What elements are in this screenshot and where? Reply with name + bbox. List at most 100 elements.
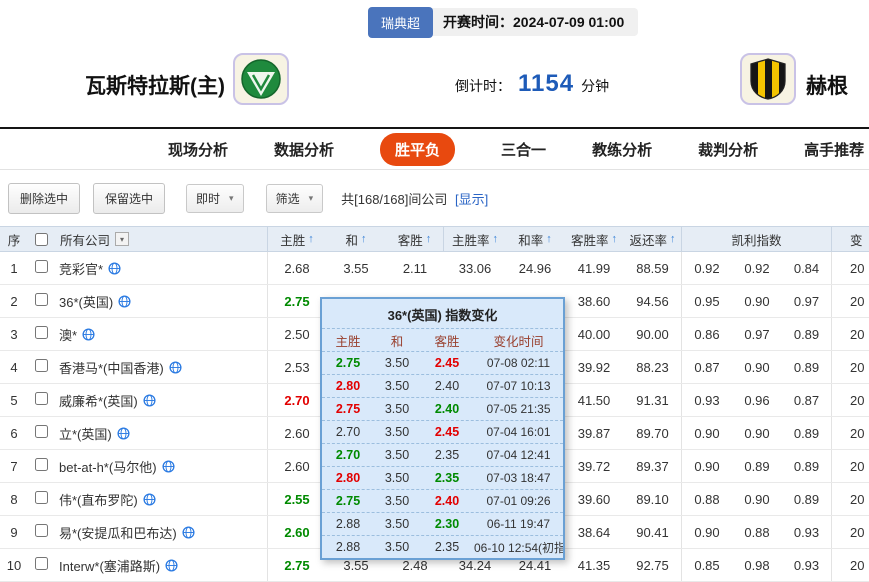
kelly-draw: 0.98 [732,558,782,573]
popup-away-odds: 2.45 [420,356,474,370]
company-name[interactable]: 澳* [59,325,77,344]
draw-odds[interactable]: 3.55 [326,261,386,276]
header-draw-odds[interactable]: 和↑ [326,227,386,251]
kelly-home: 0.86 [682,327,732,342]
return-rate: 90.00 [624,318,682,350]
company-name[interactable]: 威廉希*(英国) [59,391,138,410]
company-name[interactable]: 36*(英国) [59,292,113,311]
header-away-odds[interactable]: 客胜↑ [386,227,444,251]
company-name[interactable]: Interw*(塞浦路斯) [59,556,160,575]
away-odds[interactable]: 2.11 [386,261,444,276]
home-odds[interactable]: 2.70 [268,393,326,408]
row-number: 5 [0,393,28,408]
away-rate: 38.64 [564,525,624,540]
delete-selected-button[interactable]: 删除选中 [8,183,80,214]
header-home-rate[interactable]: 主胜率↑ [444,227,506,251]
return-rate: 91.31 [624,384,682,416]
header-change: 变 [832,227,869,251]
company-name[interactable]: 香港马*(中国香港) [59,358,164,377]
kelly-home: 0.90 [682,459,732,474]
odds-table-header: 序 所有公司 ▾ 主胜↑ 和↑ 客胜↑ 主胜率↑ 和率↑ 客胜率↑ 返还率↑ 凯… [0,226,869,252]
row-checkbox[interactable] [35,260,48,273]
row-checkbox[interactable] [35,293,48,306]
company-filter-dropdown-icon[interactable]: ▾ [115,232,129,246]
popup-change-time: 07-08 02:11 [474,356,563,370]
kickoff-value: 2024-07-09 01:00 [513,14,624,30]
popup-home-odds: 2.75 [322,494,374,508]
row-checkbox[interactable] [35,359,48,372]
tab-three-in-one[interactable]: 三合一 [501,139,546,160]
away-team-name: 赫根 [806,70,848,100]
company-cell: 立*(英国) [54,417,268,449]
change-time: 20 [832,294,869,309]
row-checkbox[interactable] [35,392,48,405]
header-away-rate-label: 客胜率 [571,230,609,249]
popup-header-draw: 和 [374,331,420,350]
home-odds[interactable]: 2.55 [268,492,326,507]
keep-selected-button[interactable]: 保留选中 [93,183,165,214]
row-checkbox[interactable] [35,458,48,471]
globe-icon [165,559,178,572]
change-time: 20 [832,327,869,342]
home-odds[interactable]: 2.60 [268,459,326,474]
row-checkbox-cell [28,260,54,276]
globe-icon [182,526,195,539]
company-name[interactable]: 立*(英国) [59,424,112,443]
change-time: 20 [832,261,869,276]
home-odds[interactable]: 2.60 [268,426,326,441]
tab-data-analysis[interactable]: 数据分析 [274,139,334,160]
header-draw-rate[interactable]: 和率↑ [506,227,564,251]
countdown: 倒计时： 1154 分钟 [455,70,609,98]
popup-away-odds: 2.30 [420,517,474,531]
return-rate: 88.23 [624,351,682,383]
home-odds[interactable]: 2.60 [268,525,326,540]
home-odds[interactable]: 2.75 [268,558,326,573]
tab-live-analysis[interactable]: 现场分析 [168,139,228,160]
league-badge[interactable]: 瑞典超 [368,7,433,38]
header-home-odds[interactable]: 主胜↑ [268,227,326,251]
tab-win-draw-loss[interactable]: 胜平负 [380,133,455,166]
company-name[interactable]: 伟*(直布罗陀) [59,490,138,509]
company-name[interactable]: 竞彩官* [59,259,103,278]
tab-referee-analysis[interactable]: 裁判分析 [698,139,758,160]
filter-dropdown[interactable]: 筛选 ▾ [266,184,324,213]
tab-coach-analysis[interactable]: 教练分析 [592,139,652,160]
home-team-name: 瓦斯特拉斯(主) [85,70,225,100]
popup-change-time: 07-05 21:35 [474,402,563,416]
popup-change-time: 07-04 16:01 [474,425,563,439]
row-checkbox[interactable] [35,425,48,438]
kelly-draw: 0.90 [732,426,782,441]
company-cell: 威廉希*(英国) [54,384,268,416]
home-odds[interactable]: 2.68 [268,261,326,276]
company-name[interactable]: bet-at-h*(马尔他) [59,457,157,476]
tab-bar: 现场分析 数据分析 胜平负 三合一 教练分析 裁判分析 高手推荐 [0,127,869,170]
row-checkbox[interactable] [35,326,48,339]
instant-dropdown[interactable]: 即时 ▾ [186,184,244,213]
popup-change-time: 06-11 19:47 [474,517,563,531]
header-return-rate[interactable]: 返还率↑ [624,227,682,251]
countdown-unit: 分钟 [581,76,609,96]
popup-row: 2.753.502.4007-05 21:35 [322,397,563,420]
show-link[interactable]: [显示] [455,192,488,207]
change-time: 20 [832,393,869,408]
home-rate: 33.06 [444,261,506,276]
row-checkbox[interactable] [35,491,48,504]
header-away-rate[interactable]: 客胜率↑ [564,227,624,251]
row-checkbox[interactable] [35,524,48,537]
kickoff-label: 开赛时间： [443,14,513,30]
kelly-draw: 0.90 [732,360,782,375]
home-odds[interactable]: 2.50 [268,327,326,342]
tab-expert-picks[interactable]: 高手推荐 [804,139,864,160]
select-all-checkbox[interactable] [35,233,48,246]
chevron-down-icon: ▾ [309,193,314,204]
globe-icon [82,328,95,341]
row-checkbox[interactable] [35,557,48,570]
sort-up-icon: ↑ [426,233,432,245]
row-checkbox-cell [28,326,54,342]
company-name[interactable]: 易*(安提瓜和巴布达) [59,523,177,542]
globe-icon [162,460,175,473]
home-odds[interactable]: 2.53 [268,360,326,375]
match-header: 瑞典超 开赛时间：2024-07-09 01:00 瓦斯特拉斯(主) 倒计时： … [0,0,869,127]
popup-home-odds: 2.88 [322,517,374,531]
home-odds[interactable]: 2.75 [268,294,326,309]
